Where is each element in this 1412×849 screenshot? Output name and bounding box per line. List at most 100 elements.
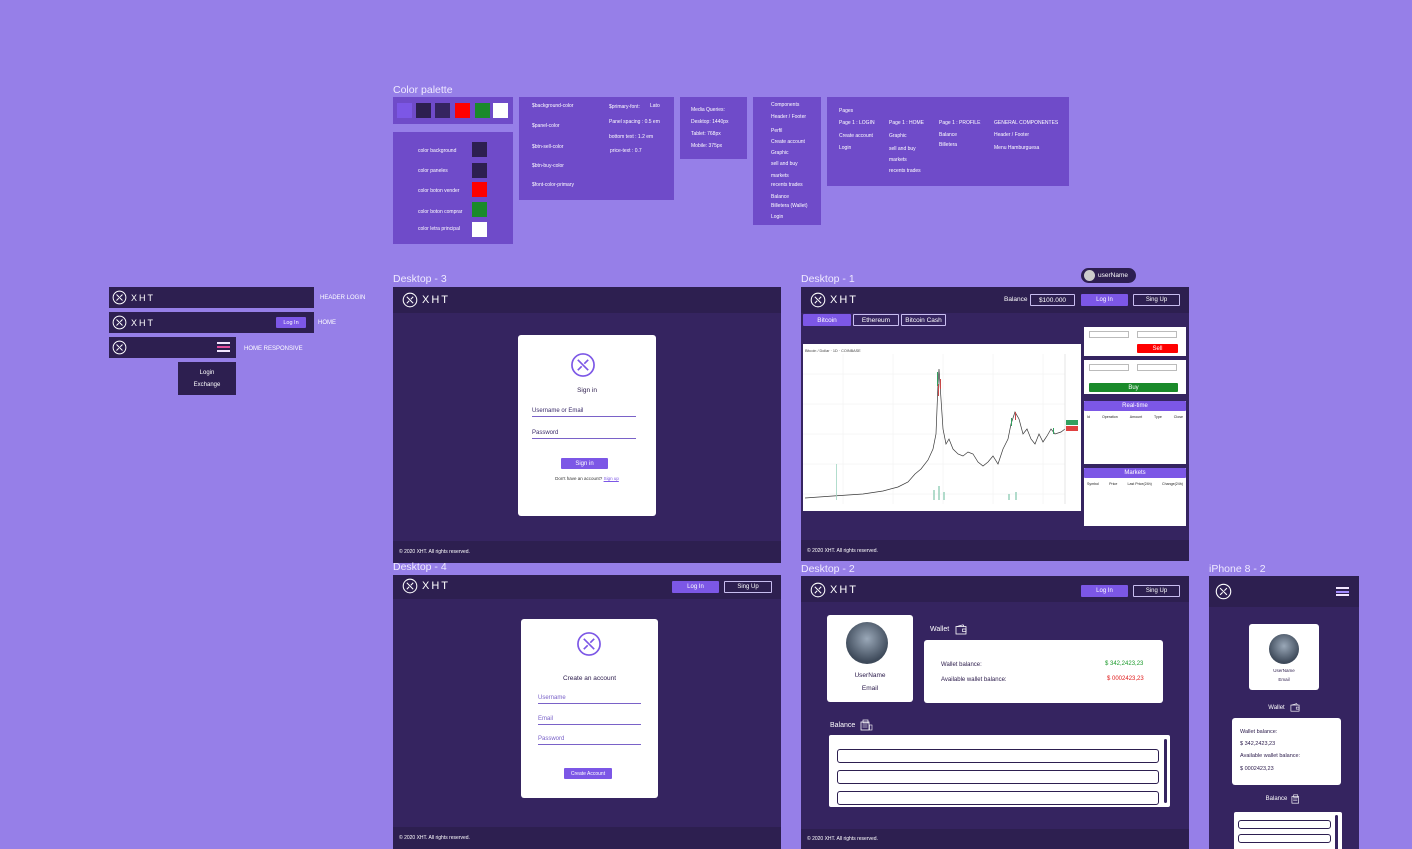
buy-button[interactable]: Buy [1089,383,1178,392]
iphone-frame: UserName Email Wallet Wallet balance: $ … [1209,576,1359,849]
comp-item: Billetera (Wallet) [771,203,808,209]
desktop2-frame: XHT Log In Sing Up UserName Email Wallet… [801,576,1189,849]
swatch-primary [397,103,412,118]
pages-item: Menu Hamburguesa [994,145,1040,151]
logo[interactable] [112,340,127,355]
hamburger-icon[interactable] [217,342,230,352]
col-last-price: Last Price(24h) [1127,482,1152,486]
menu-item-login[interactable]: Login [178,370,236,378]
signin-heading: Sign in [577,387,597,394]
balance-label: Balance [830,721,856,729]
logo[interactable]: XHT [810,292,858,308]
wallet-heading: Wallet [1209,703,1359,712]
buy-panel: Buy [1084,360,1186,394]
buy-price-input[interactable] [1137,364,1177,371]
logo[interactable] [1215,583,1232,600]
login-button[interactable]: Log In [276,317,306,328]
color-chip [472,182,487,197]
balance-row[interactable] [837,749,1159,763]
email-field[interactable]: Email [538,716,641,725]
user-chip[interactable]: userName [1081,268,1136,283]
var-bottom: bottom text : 1.2 em [609,134,654,140]
footer: © 2020 XHT. All rights reserved. [801,829,1189,849]
comp-item: recents trades [771,182,803,188]
signup-button[interactable]: Sing Up [1133,585,1180,597]
col-operation: Operation [1101,415,1118,419]
logo[interactable]: XHT [402,292,450,308]
profile-card: UserName Email [827,615,913,702]
wallet-label: Wallet [930,626,950,633]
footer: © 2020 XHT. All rights reserved. [801,540,1189,561]
comp-item: Components [771,102,800,108]
username-field[interactable]: Username [538,695,641,704]
balance-row[interactable] [837,770,1159,784]
scrollbar[interactable] [1164,739,1167,803]
color-chip [472,222,487,237]
balance-row[interactable] [1238,834,1331,843]
var-spacing: Panel spacing : 0.5 em [609,119,660,125]
coin-tabs: Bitcoin Ethereum Bitcoin Cash [803,314,1183,327]
logo[interactable]: XHT [112,290,155,305]
signup-link[interactable]: Sign up [604,476,619,481]
pages-item: sell and buy [889,146,916,152]
username-field[interactable]: Username or Email [532,408,636,417]
balance-row[interactable] [1238,820,1331,829]
logo-icon [112,315,127,330]
password-field[interactable]: Password [538,736,641,745]
home-header-component: XHT Log In [109,312,314,333]
hamburger-icon[interactable] [1336,587,1349,596]
palette-swatches [393,97,513,124]
logo-text: XHT [830,584,858,596]
create-account-button[interactable]: Create Account [564,768,612,779]
media-item: Desktop: 1440px [691,119,729,125]
logo-icon [1215,583,1232,600]
footer: © 2020 XHT. All rights reserved. [393,827,781,849]
tab-bitcoin[interactable]: Bitcoin [803,314,851,326]
wallet-balance-value: $ 342,2423,23 [1240,741,1276,747]
signup-button[interactable]: Sing Up [1133,294,1180,306]
logo[interactable]: XHT [112,315,155,330]
desktop1-frame: XHT Balance $100.000 Log In Sing Up Bitc… [801,287,1189,561]
color-label: color boton vender [418,188,460,194]
pages-item: GENERAL COMPONENTES [994,120,1059,126]
pages-item: Graphic [889,133,907,139]
signin-button[interactable]: Sign in [561,458,608,469]
swatch-dark [416,103,431,118]
header: XHT [393,287,781,313]
desktop4-frame: XHT Log In Sing Up Create an account Use… [393,575,781,849]
var-font-value: Lato [650,103,660,109]
login-button[interactable]: Log In [1081,294,1128,306]
tab-bitcoin-cash[interactable]: Bitcoin Cash [901,314,946,326]
logo-icon [112,340,127,355]
password-field[interactable]: Password [532,430,636,439]
col-type: Type [1154,415,1162,419]
price-chart[interactable]: Bitcoin / Dollar · 1D · COINBASE [803,344,1081,511]
color-label: color boton comprar [418,209,463,215]
sell-price-input[interactable] [1137,331,1177,338]
col-close: Close [1173,415,1183,419]
logo[interactable]: XHT [810,582,858,598]
var-name: $btn-buy-color [532,163,564,169]
sell-button[interactable]: Sell [1137,344,1178,353]
wallet-card: Wallet balance: $ 342,2423,23 Available … [1232,718,1341,785]
buy-amount-input[interactable] [1089,364,1129,371]
desktop1-title: Desktop - 1 [801,273,855,285]
logo-text: XHT [131,292,155,303]
wallet-icon [955,624,967,635]
balance-heading: Balance [1209,794,1359,804]
signup-button[interactable]: Sing Up [724,581,772,593]
sell-amount-input[interactable] [1089,331,1129,338]
menu-item-exchange[interactable]: Exchange [178,382,236,390]
balance-row[interactable] [837,791,1159,805]
swatch-white [493,103,508,118]
color-label: color background [418,148,457,154]
comp-item: Perfil [771,128,783,134]
wallet-heading: Wallet [930,624,967,635]
tab-ethereum[interactable]: Ethereum [853,314,899,326]
login-button[interactable]: Log In [1081,585,1128,597]
header-login-label: HEADER LOGIN [320,295,366,301]
scrollbar[interactable] [1335,815,1338,849]
sell-panel: Sell [1084,327,1186,356]
logo[interactable]: XHT [402,578,450,594]
login-button[interactable]: Log In [672,581,719,593]
